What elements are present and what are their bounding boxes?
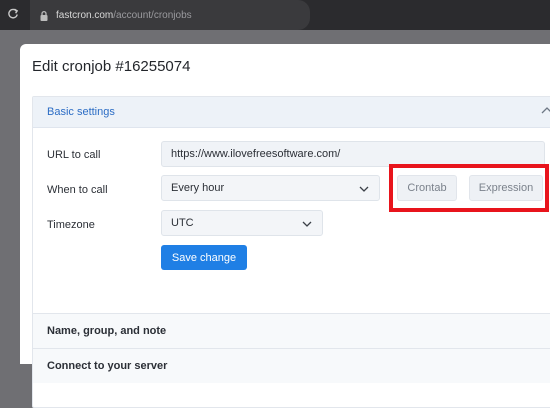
- schedule-select[interactable]: Every hour: [161, 175, 380, 201]
- timezone-select-value: UTC: [171, 217, 194, 229]
- basic-settings-form: URL to call https://www.ilovefreesoftwar…: [33, 128, 550, 313]
- basic-settings-label: Basic settings: [47, 106, 115, 118]
- url-host: fastcron.com: [56, 9, 114, 21]
- chevron-up-icon[interactable]: [541, 106, 550, 119]
- when-label: When to call: [47, 184, 108, 196]
- name-group-note-label: Name, group, and note: [47, 325, 167, 337]
- lock-icon: [38, 9, 50, 21]
- chevron-down-icon: [302, 219, 312, 231]
- name-group-note-section[interactable]: Name, group, and note: [33, 313, 550, 348]
- schedule-select-value: Every hour: [171, 182, 225, 194]
- url-label: URL to call: [47, 149, 101, 161]
- url-input-value: https://www.ilovefreesoftware.com/: [171, 148, 341, 160]
- settings-panel: Basic settings URL to call https://www.i…: [32, 96, 550, 408]
- reload-icon[interactable]: [2, 8, 24, 23]
- url-text: fastcron.com/account/cronjobs: [56, 10, 192, 21]
- connect-server-section[interactable]: Connect to your server: [33, 348, 550, 383]
- timezone-select[interactable]: UTC: [161, 210, 323, 236]
- save-change-label: Save change: [171, 251, 237, 264]
- browser-address-bar: fastcron.com/account/cronjobs: [0, 0, 550, 30]
- save-change-button[interactable]: Save change: [161, 245, 247, 270]
- basic-settings-header[interactable]: Basic settings: [33, 97, 550, 128]
- url-path: /account/cronjobs: [113, 9, 192, 21]
- highlight-box: [389, 164, 549, 212]
- timezone-label: Timezone: [47, 219, 95, 231]
- modal-title: Edit cronjob #16255074: [32, 58, 191, 75]
- chevron-down-icon: [359, 184, 369, 196]
- url-bar[interactable]: fastcron.com/account/cronjobs: [30, 0, 310, 30]
- connect-server-label: Connect to your server: [47, 360, 168, 372]
